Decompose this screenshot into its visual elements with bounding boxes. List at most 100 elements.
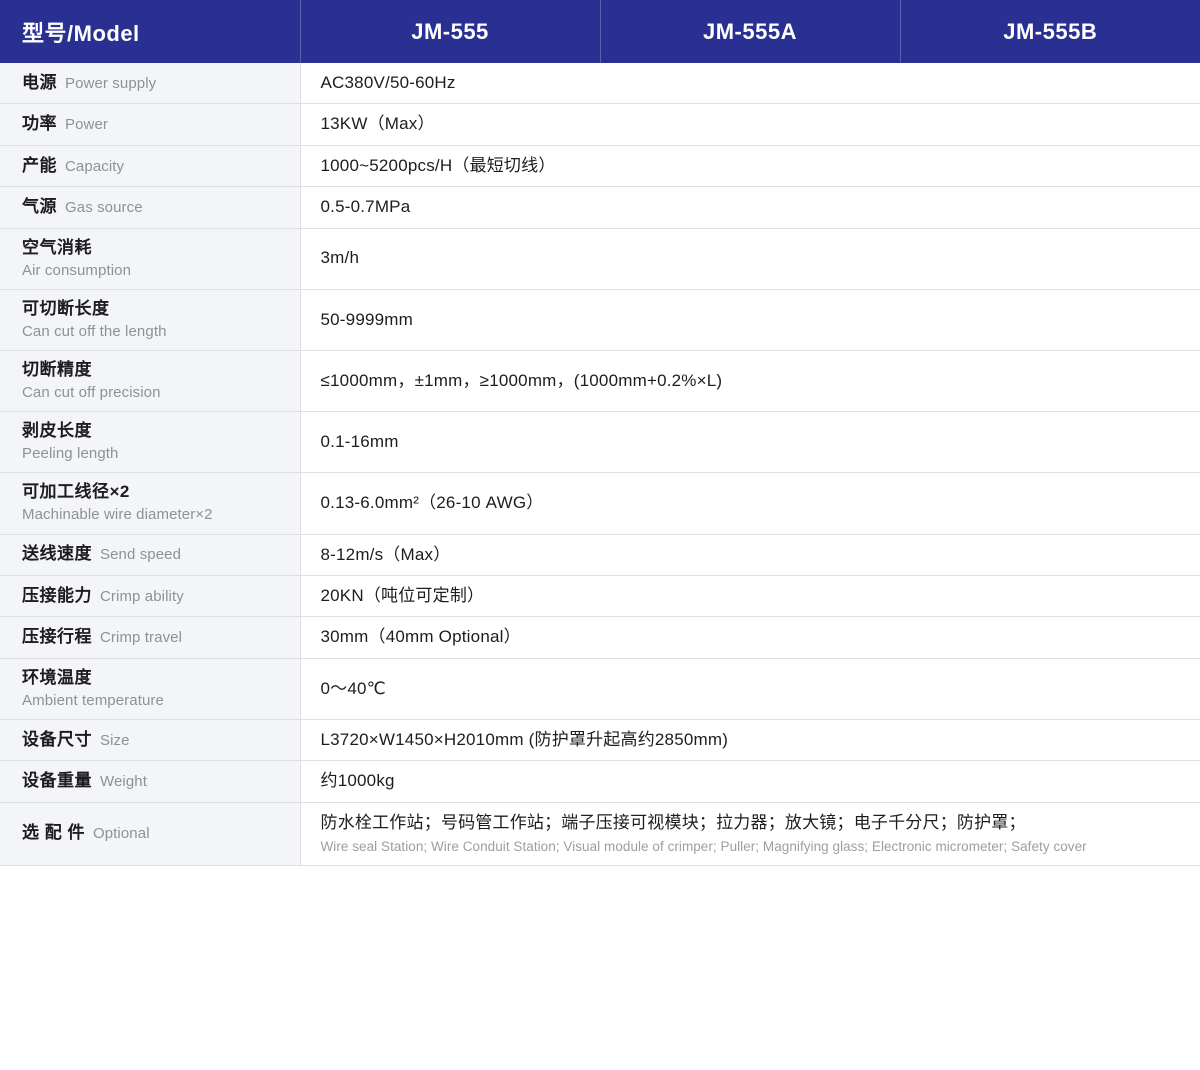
spec-label-cell: 产能 Capacity bbox=[0, 145, 300, 186]
spec-label-en: Send speed bbox=[100, 546, 181, 563]
spec-value-text: 50-9999mm bbox=[321, 310, 414, 329]
table-row: 气源 Gas source 0.5-0.7MPa bbox=[0, 187, 1200, 228]
spec-label-cell: 压接行程Crimp travel bbox=[0, 617, 300, 658]
spec-value-text: AC380V/50-60Hz bbox=[321, 73, 456, 92]
spec-label-en: Optional bbox=[93, 825, 150, 842]
header-model-jm555: JM-555 bbox=[300, 0, 600, 63]
table-row: 产能 Capacity 1000~5200pcs/H（最短切线） bbox=[0, 145, 1200, 186]
spec-label-en: Can cut off precision bbox=[22, 383, 286, 403]
spec-value-cell: ≤1000mm，±1mm，≥1000mm，(1000mm+0.2%×L) bbox=[300, 350, 1200, 411]
table-header: 型号/Model JM-555 JM-555A JM-555B bbox=[0, 0, 1200, 63]
table-row: 送线速度 Send speed 8-12m/s（Max） bbox=[0, 534, 1200, 575]
spec-label-zh: 可加工线径×2 bbox=[22, 482, 130, 501]
table-row: 可切断长度 Can cut off the length 50-9999mm bbox=[0, 289, 1200, 350]
spec-value-text: 3m/h bbox=[321, 248, 360, 267]
spec-label-en: Can cut off the length bbox=[22, 322, 286, 342]
spec-label-zh: 压接能力 bbox=[22, 586, 92, 605]
spec-value-cell: 约1000kg bbox=[300, 761, 1200, 802]
spec-label-zh: 可切断长度 bbox=[22, 299, 110, 318]
spec-label-zh: 设备尺寸 bbox=[22, 730, 92, 749]
table-row: 切断精度 Can cut off precision ≤1000mm，±1mm，≥1… bbox=[0, 350, 1200, 411]
spec-label-zh: 选 配 件 bbox=[22, 823, 85, 842]
spec-value-cell: L3720×W1450×H2010mm (防护罩升起高约2850mm) bbox=[300, 719, 1200, 760]
table-row: 设备重量 Weight 约1000kg bbox=[0, 761, 1200, 802]
spec-value-text: 13KW（Max） bbox=[321, 114, 435, 133]
spec-label-cell: 功率 Power bbox=[0, 104, 300, 145]
spec-label-cell: 设备尺寸 Size bbox=[0, 719, 300, 760]
table-row: 可加工线径×2 Machinable wire diameter×2 0.13-6.… bbox=[0, 473, 1200, 534]
spec-value-cell: 20KN（吨位可定制） bbox=[300, 575, 1200, 616]
spec-label-en: Peeling length bbox=[22, 444, 286, 464]
spec-label-cell: 送线速度 Send speed bbox=[0, 534, 300, 575]
spec-label-zh: 空气消耗 bbox=[22, 238, 92, 257]
table-row: 选 配 件 Optional 防水栓工作站；号码管工作站；端子压接可视模块；拉力器；… bbox=[0, 802, 1200, 865]
spec-value-text: 8-12m/s（Max） bbox=[321, 545, 451, 564]
spec-label-en: Power bbox=[65, 116, 108, 133]
spec-label-en: Air consumption bbox=[22, 261, 286, 281]
header-model-jm555b: JM-555B bbox=[900, 0, 1200, 63]
table-row: 压接能力 Crimp ability 20KN（吨位可定制） bbox=[0, 575, 1200, 616]
table-header-row: 型号/Model JM-555 JM-555A JM-555B bbox=[0, 0, 1200, 63]
table-row: 剥皮长度 Peeling length 0.1-16mm bbox=[0, 412, 1200, 473]
spec-value-cell: 13KW（Max） bbox=[300, 104, 1200, 145]
spec-label-en: Weight bbox=[100, 773, 147, 790]
spec-value-text: 0.1-16mm bbox=[321, 432, 399, 451]
spec-value-text: L3720×W1450×H2010mm (防护罩升起高约2850mm) bbox=[321, 730, 729, 749]
spec-value-cell: 0～40℃ bbox=[300, 658, 1200, 719]
spec-value-cell: 0.1-16mm bbox=[300, 412, 1200, 473]
spec-label-cell: 可切断长度 Can cut off the length bbox=[0, 289, 300, 350]
spec-label-cell: 环境温度Ambient temperature bbox=[0, 658, 300, 719]
spec-value-text: 20KN（吨位可定制） bbox=[321, 586, 485, 605]
spec-value-text: 约1000kg bbox=[321, 771, 395, 790]
table-row: 空气消耗 Air consumption 3m/h bbox=[0, 228, 1200, 289]
spec-value-cell: 防水栓工作站；号码管工作站；端子压接可视模块；拉力器；放大镜；电子千分尺；防护罩… bbox=[300, 802, 1200, 865]
table-row: 功率 Power 13KW（Max） bbox=[0, 104, 1200, 145]
spec-label-zh: 功率 bbox=[22, 114, 57, 133]
spec-value-cell: 8-12m/s（Max） bbox=[300, 534, 1200, 575]
spec-label-zh: 送线速度 bbox=[22, 544, 92, 563]
spec-value-subtext: Wire seal Station; Wire Conduit Station;… bbox=[321, 838, 1187, 857]
spec-value-cell: 3m/h bbox=[300, 228, 1200, 289]
spec-label-cell: 切断精度 Can cut off precision bbox=[0, 350, 300, 411]
spec-label-en: Capacity bbox=[65, 158, 124, 175]
spec-value-cell: AC380V/50-60Hz bbox=[300, 63, 1200, 104]
table-row: 电源Power supply AC380V/50-60Hz bbox=[0, 63, 1200, 104]
spec-label-zh: 产能 bbox=[22, 156, 57, 175]
spec-label-cell: 气源 Gas source bbox=[0, 187, 300, 228]
spec-value-cell: 0.13-6.0mm²（26-10 AWG） bbox=[300, 473, 1200, 534]
spec-label-en: Machinable wire diameter×2 bbox=[22, 505, 286, 525]
spec-value-text: 防水栓工作站；号码管工作站；端子压接可视模块；拉力器；放大镜；电子千分尺；防护罩… bbox=[321, 813, 1026, 832]
spec-label-cell: 可加工线径×2 Machinable wire diameter×2 bbox=[0, 473, 300, 534]
spec-label-en: Gas source bbox=[65, 199, 143, 216]
spec-value-cell: 30mm（40mm Optional） bbox=[300, 617, 1200, 658]
spec-label-cell: 空气消耗 Air consumption bbox=[0, 228, 300, 289]
spec-value-text: 1000~5200pcs/H（最短切线） bbox=[321, 156, 556, 175]
spec-value-cell: 1000~5200pcs/H（最短切线） bbox=[300, 145, 1200, 186]
table-row: 压接行程Crimp travel 30mm（40mm Optional） bbox=[0, 617, 1200, 658]
spec-value-text: ≤1000mm，±1mm，≥1000mm，(1000mm+0.2%×L) bbox=[321, 371, 723, 390]
spec-label-zh: 剥皮长度 bbox=[22, 421, 92, 440]
spec-value-cell: 50-9999mm bbox=[300, 289, 1200, 350]
spec-value-cell: 0.5-0.7MPa bbox=[300, 187, 1200, 228]
spec-label-cell: 设备重量 Weight bbox=[0, 761, 300, 802]
header-model-jm555a: JM-555A bbox=[600, 0, 900, 63]
spec-label-cell: 剥皮长度 Peeling length bbox=[0, 412, 300, 473]
table-body: 电源Power supply AC380V/50-60Hz 功率 Power 13KW（… bbox=[0, 63, 1200, 865]
header-label-column: 型号/Model bbox=[0, 0, 300, 63]
spec-label-zh: 设备重量 bbox=[22, 771, 92, 790]
spec-label-zh: 电源 bbox=[22, 73, 57, 92]
spec-value-text: 0～40℃ bbox=[321, 679, 386, 698]
spec-label-zh: 压接行程 bbox=[22, 627, 92, 646]
spec-label-en: Crimp ability bbox=[100, 588, 184, 605]
spec-label-cell: 电源Power supply bbox=[0, 63, 300, 104]
spec-label-zh: 切断精度 bbox=[22, 360, 92, 379]
spec-label-cell: 选 配 件 Optional bbox=[0, 802, 300, 865]
spec-label-cell: 压接能力 Crimp ability bbox=[0, 575, 300, 616]
spec-label-en: Ambient temperature bbox=[22, 691, 286, 711]
spec-value-text: 0.13-6.0mm²（26-10 AWG） bbox=[321, 493, 544, 512]
spec-label-en: Size bbox=[100, 732, 130, 749]
spec-value-text: 30mm（40mm Optional） bbox=[321, 627, 521, 646]
specification-table: 型号/Model JM-555 JM-555A JM-555B 电源Power … bbox=[0, 0, 1200, 866]
spec-value-text: 0.5-0.7MPa bbox=[321, 197, 411, 216]
spec-label-zh: 气源 bbox=[22, 197, 57, 216]
